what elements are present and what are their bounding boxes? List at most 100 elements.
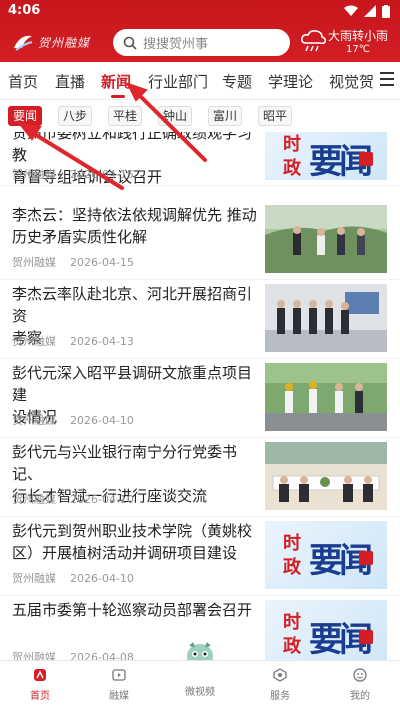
bottom-tab-services[interactable]: 服务 <box>250 667 310 702</box>
thumb-badge-icon <box>359 551 373 565</box>
wifi-icon <box>344 5 358 16</box>
bottom-tab-bar: 首页 融媒 微视频 服务 我的 <box>0 660 400 710</box>
logo-text: 贺州融媒 <box>38 35 91 50</box>
news-title-line: 彭代元深入昭平县调研文旅重点项目建 <box>12 364 253 404</box>
news-thumbnail-photo <box>265 442 387 510</box>
news-list-item[interactable]: 贺州市委树立和践行正确政绩观学习教 育督导组培训会议召开 贺州融媒 2026-04… <box>0 132 400 186</box>
news-thumbnail: 时 政 要闻 <box>265 600 387 660</box>
news-title-line: 李杰云率队赴北京、河北开展招商引资 <box>12 285 253 325</box>
news-list-item[interactable]: 彭代元到贺州职业技术学院（黄姚校 区）开展植树活动并调研项目建设 贺州融媒 202… <box>0 518 400 596</box>
news-meta: 贺州融媒 2026-04-08 <box>12 649 134 660</box>
app-logo[interactable]: 贺州融媒 <box>12 30 102 54</box>
tab-industry-departments[interactable]: 行业部门 <box>148 71 208 92</box>
bottom-tab-micro-video[interactable]: 微视频 <box>170 683 230 698</box>
tab-home[interactable]: 首页 <box>8 71 38 92</box>
rain-cloud-icon <box>301 30 326 52</box>
news-title-line: 历史矛盾实质性化解 <box>12 228 148 246</box>
news-title-line: 彭代元到贺州职业技术学院（黄姚校 <box>12 522 253 540</box>
news-meta: 贺州融媒 2026-04-15 <box>12 254 134 270</box>
thumb-text-shi: 时 <box>283 533 301 554</box>
news-source: 贺州融媒 <box>12 572 56 585</box>
news-list-item[interactable]: 李杰云率队赴北京、河北开展招商引资 考察 贺州融媒 2026-04-13 <box>0 281 400 359</box>
news-title-line: 李杰云：坚持依法依规调解优先 推动 <box>12 206 257 224</box>
status-icons <box>344 4 390 18</box>
bottom-tab-home[interactable]: 首页 <box>10 667 70 702</box>
meeting-photo-icon <box>265 284 387 352</box>
news-date: 2026-04-15 <box>70 168 134 181</box>
news-meta: 贺州融媒 2026-04-10 <box>12 491 134 507</box>
status-bar: 4:06 <box>0 0 400 22</box>
weather-description: 大雨转小雨 <box>328 29 389 43</box>
news-list-item[interactable]: 彭代元与兴业银行南宁分行党委书记、 行长才智斌一行进行座谈交流 贺州融媒 2026… <box>0 439 400 517</box>
subtab-zhaoping[interactable]: 昭平 <box>258 106 293 126</box>
subtab-pinggui[interactable]: 平桂 <box>108 106 143 126</box>
bottom-tab-media[interactable]: 融媒 <box>89 667 149 702</box>
news-meta: 贺州融媒 2026-04-10 <box>12 412 134 428</box>
news-meta: 贺州融媒 2026-04-15 <box>12 166 134 182</box>
media-icon <box>112 669 126 681</box>
news-date: 2026-04-10 <box>70 493 134 506</box>
tab-special-topics[interactable]: 专题 <box>222 71 252 92</box>
news-date: 2026-04-15 <box>70 256 134 269</box>
news-title-line: 五届市委第十轮巡察动员部署会召开 <box>12 601 253 619</box>
thumb-text-zheng: 政 <box>283 636 301 657</box>
subtab-fuchuan[interactable]: 富川 <box>208 106 243 126</box>
news-list-item[interactable]: 李杰云：坚持依法依规调解优先 推动 历史矛盾实质性化解 贺州融媒 2026-04-… <box>0 202 400 280</box>
logo-mark-icon <box>14 35 33 51</box>
tab-live[interactable]: 直播 <box>55 71 85 92</box>
bottom-tab-profile[interactable]: 我的 <box>330 667 390 702</box>
thumb-badge-icon <box>359 152 373 166</box>
news-thumbnail: 时 政 要闻 <box>265 521 387 589</box>
conference-photo-icon <box>265 442 387 510</box>
search-input[interactable]: 搜搜贺州事 <box>113 29 290 56</box>
search-placeholder: 搜搜贺州事 <box>143 37 209 52</box>
weather-temperature: 17℃ <box>346 44 370 55</box>
home-icon <box>34 669 46 681</box>
bottom-tab-label: 首页 <box>30 691 50 702</box>
tab-visual-hezhou[interactable]: 视觉贺 <box>329 71 374 92</box>
news-title: 李杰云：坚持依法依规调解优先 推动 历史矛盾实质性化解 <box>12 204 262 248</box>
status-time: 4:06 <box>8 3 41 18</box>
app-header: 4:06 贺州融媒 搜搜贺州事 大雨转小雨 17℃ <box>0 0 400 62</box>
channel-menu-icon[interactable] <box>380 72 394 86</box>
thumb-badge-icon <box>359 630 373 644</box>
news-thumbnail-photo <box>265 284 387 352</box>
news-thumbnail: 时 政 要闻 <box>265 132 387 180</box>
news-title-line: 贺州市委树立和践行正确政绩观学习教 <box>12 132 253 164</box>
news-title-line: 彭代元与兴业银行南宁分行党委书记、 <box>12 443 238 483</box>
bottom-tab-label: 服务 <box>270 691 290 702</box>
news-thumbnail-photo <box>265 363 387 431</box>
subtab-headlines[interactable]: 要闻 <box>8 106 43 126</box>
news-meta: 贺州融媒 2026-04-10 <box>12 570 134 586</box>
news-list-item[interactable]: 彭代元深入昭平县调研文旅重点项目建 设情况 贺州融媒 2026-04-10 <box>0 360 400 438</box>
region-subtabs: 要闻 八步 平桂 钟山 富川 昭平 <box>0 100 400 132</box>
news-date: 2026-04-08 <box>70 651 134 660</box>
battery-icon <box>382 4 390 18</box>
news-title: 彭代元到贺州职业技术学院（黄姚校 区）开展植树活动并调研项目建设 <box>12 520 262 564</box>
news-source: 贺州融媒 <box>12 168 56 181</box>
thumb-text-shi: 时 <box>283 134 301 155</box>
news-date: 2026-04-10 <box>70 414 134 427</box>
news-date: 2026-04-13 <box>70 335 134 348</box>
signal-icon <box>364 5 376 17</box>
subtab-zhongshan[interactable]: 钟山 <box>158 106 193 126</box>
news-source: 贺州融媒 <box>12 493 56 506</box>
weather-widget[interactable]: 大雨转小雨 17℃ <box>298 25 398 59</box>
bottom-tab-label: 微视频 <box>185 687 215 698</box>
news-source: 贺州融媒 <box>12 651 56 660</box>
thumb-text-zheng: 政 <box>283 158 301 179</box>
search-icon <box>123 36 137 50</box>
tab-news[interactable]: 新闻 <box>101 71 131 92</box>
news-meta: 贺州融媒 2026-04-13 <box>12 333 134 349</box>
bottom-tab-label: 我的 <box>350 691 370 702</box>
tab-study-theory[interactable]: 学理论 <box>268 71 313 92</box>
news-source: 贺州融媒 <box>12 414 56 427</box>
news-source: 贺州融媒 <box>12 256 56 269</box>
thumb-text-shi: 时 <box>283 612 301 633</box>
subtab-babu[interactable]: 八步 <box>58 106 93 126</box>
bottom-tab-label: 融媒 <box>109 691 129 702</box>
field-photo-icon <box>265 363 387 431</box>
news-source: 贺州融媒 <box>12 335 56 348</box>
main-nav-tabs: 首页 直播 新闻 行业部门 专题 学理论 视觉贺 <box>0 62 400 100</box>
profile-icon <box>353 668 367 682</box>
